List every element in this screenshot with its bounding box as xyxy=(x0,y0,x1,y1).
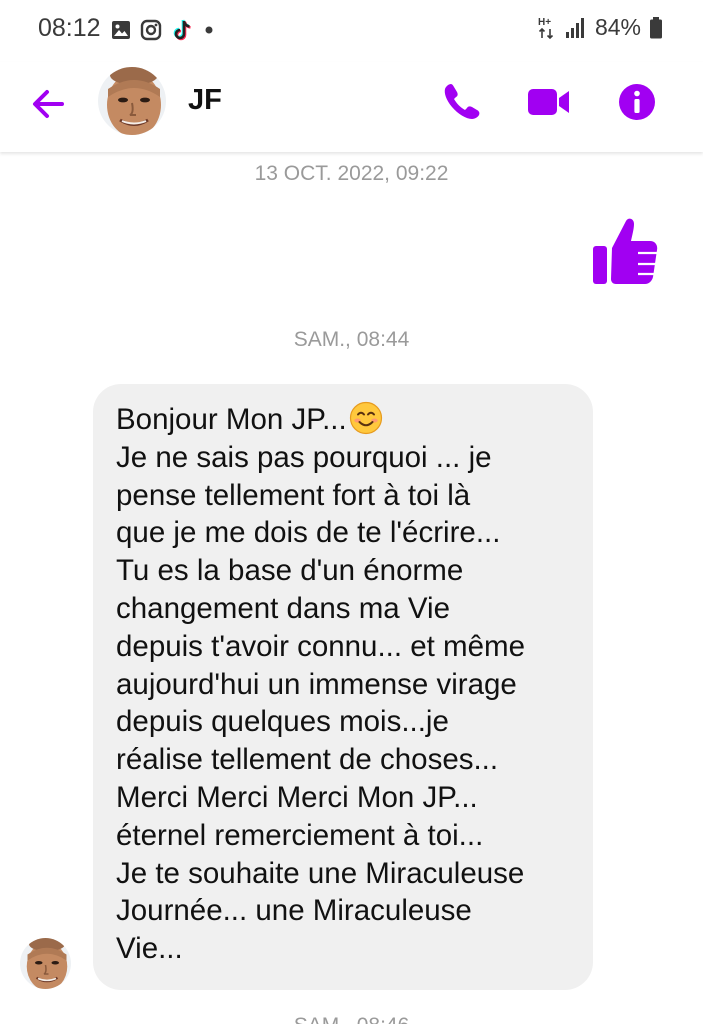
call-button[interactable] xyxy=(440,80,484,124)
conversation-header: JF xyxy=(0,62,703,152)
system-status-icons: H+ 84% xyxy=(537,14,663,41)
message-line: que je me dois de te l'écrire... xyxy=(116,516,501,550)
network-hplus-icon: H+ xyxy=(538,17,554,39)
video-camera-icon xyxy=(528,89,569,115)
signal-icon xyxy=(565,17,584,38)
message-line: Tu es la base d'un énorme xyxy=(116,554,464,588)
message-line: Merci Merci Merci Mon JP... xyxy=(116,780,478,814)
status-time: 08:12 xyxy=(38,14,101,42)
message-line: réalise tellement de choses... xyxy=(116,743,499,777)
message-line: Je te souhaite une Miraculeuse xyxy=(116,856,525,890)
message-line: aujourd'hui un immense virage xyxy=(116,667,517,701)
network-type-label: H+ xyxy=(538,17,551,28)
gallery-icon xyxy=(112,21,130,39)
message-line: Je ne sais pas pourquoi ... je xyxy=(116,440,492,474)
sent-like-message[interactable] xyxy=(590,215,662,287)
message-timestamp: 13 OCT. 2022, 09:22 xyxy=(254,162,449,185)
message-line: Journée... une Miraculeuse xyxy=(116,894,472,928)
message-line: depuis t'avoir connu... et même xyxy=(116,629,526,663)
dot-icon xyxy=(205,26,213,34)
received-message-bubble[interactable]: Bonjour Mon JP... Je ne sais pas pourquo… xyxy=(93,384,593,990)
tiktok-icon xyxy=(173,19,191,41)
contact-avatar[interactable] xyxy=(98,67,166,135)
message-line: changement dans ma Vie xyxy=(116,591,451,625)
message-timestamp: SAM., 08:46 xyxy=(0,1014,703,1024)
phone-icon xyxy=(444,84,480,119)
contact-name[interactable]: JF xyxy=(188,84,222,117)
message-line: Vie... xyxy=(116,932,183,966)
instagram-icon xyxy=(140,19,162,41)
message-line: éternel remerciement à toi... xyxy=(116,818,484,852)
message-line: Bonjour Mon JP... xyxy=(116,401,571,439)
thumbs-up-icon xyxy=(593,218,658,284)
smiling-face-emoji xyxy=(349,401,382,435)
message-text: Bonjour Mon JP... xyxy=(116,403,347,436)
battery-icon xyxy=(650,16,662,38)
message-line: pense tellement fort à toi là xyxy=(116,478,471,512)
sender-photo xyxy=(20,938,71,989)
message-line: depuis quelques mois...je xyxy=(116,705,449,739)
status-bar: 08:12 H+ 84% xyxy=(0,0,703,62)
contact-photo xyxy=(98,67,166,135)
battery-percentage: 84% xyxy=(594,14,641,40)
notification-icons xyxy=(111,18,216,42)
info-button[interactable] xyxy=(616,80,660,124)
message-timestamp: SAM., 08:44 xyxy=(293,328,410,351)
arrow-left-icon xyxy=(33,90,64,118)
sender-avatar[interactable] xyxy=(20,938,71,989)
info-icon xyxy=(619,84,655,120)
video-call-button[interactable] xyxy=(526,80,572,124)
back-button[interactable] xyxy=(28,84,68,124)
messenger-conversation-screen: 08:12 H+ 84% JF 13 OCT. 2022, 09:22 SAM.… xyxy=(0,0,703,1024)
